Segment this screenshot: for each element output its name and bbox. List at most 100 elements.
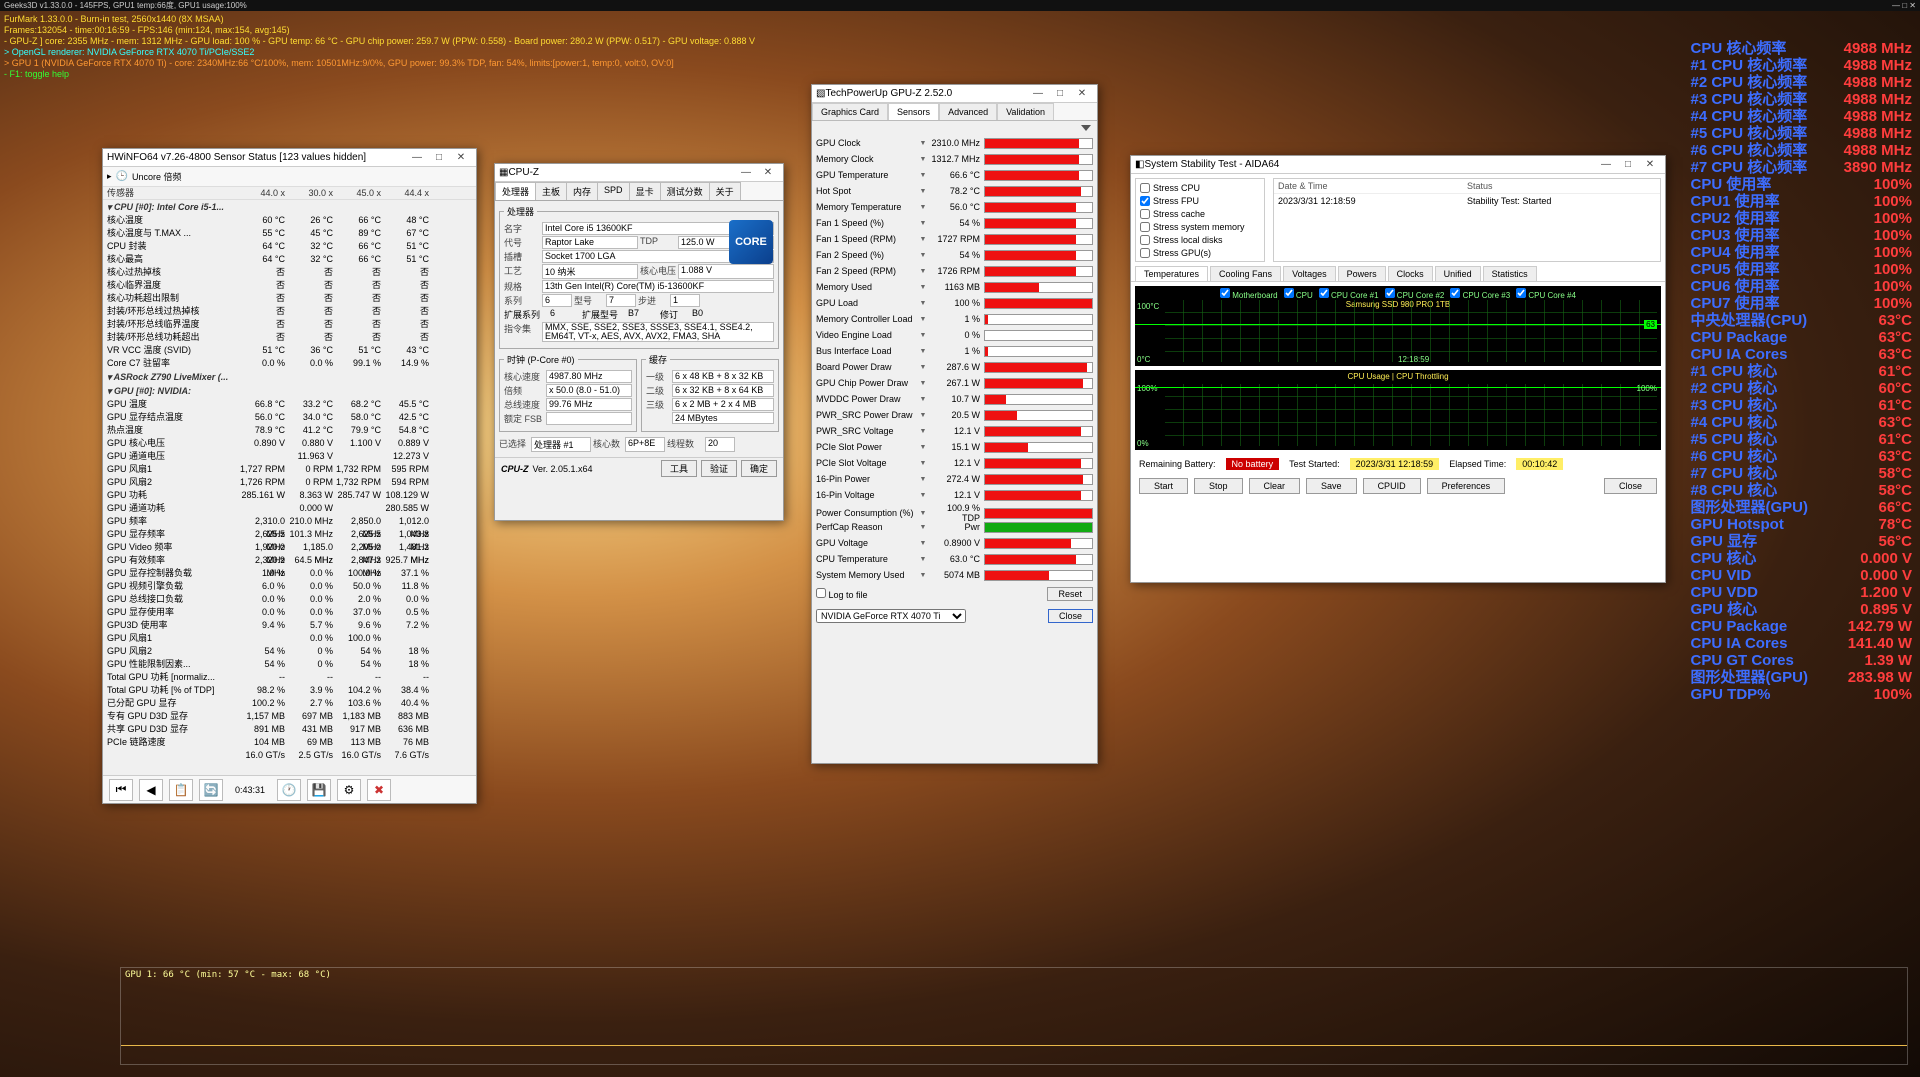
dropdown-icon[interactable]: ▼ xyxy=(916,572,930,579)
sensor-row[interactable]: GPU 总线接口负载0.0 %0.0 %2.0 %0.0 % xyxy=(103,593,476,606)
sensor-row[interactable]: CPU Temperature▼63.0 °C xyxy=(812,551,1097,567)
dropdown-icon[interactable]: ▼ xyxy=(916,156,930,163)
sensor-row[interactable]: 核心温度60 °C26 °C66 °C48 °C xyxy=(103,214,476,227)
sensor-row[interactable]: Memory Clock▼1312.7 MHz xyxy=(812,151,1097,167)
ok-button[interactable]: 确定 xyxy=(741,460,777,477)
log-to-file-checkbox[interactable]: Log to file xyxy=(816,588,868,600)
close-button[interactable]: ✕ xyxy=(1639,159,1661,170)
sensor-row[interactable]: GPU 风扇21,726 RPM0 RPM1,732 RPM594 RPM xyxy=(103,476,476,489)
subtab-powers[interactable]: Powers xyxy=(1338,266,1386,281)
sensor-row[interactable]: GPU Clock▼2310.0 MHz xyxy=(812,135,1097,151)
close-button[interactable]: ✕ xyxy=(1909,1,1916,10)
dropdown-icon[interactable]: ▼ xyxy=(916,236,930,243)
subtab-clocks[interactable]: Clocks xyxy=(1388,266,1433,281)
maximize-button[interactable]: □ xyxy=(1049,88,1071,99)
sensor-row[interactable]: 16.0 GT/s2.5 GT/s16.0 GT/s7.6 GT/s xyxy=(103,749,476,760)
sensor-row[interactable]: Total GPU 功耗 [% of TDP]98.2 %3.9 %104.2 … xyxy=(103,684,476,697)
clear-button[interactable]: Clear xyxy=(1249,478,1301,494)
stress-option[interactable]: Stress cache xyxy=(1140,207,1260,220)
sensor-row[interactable]: VR VCC 温度 (SVID)51 °C36 °C51 °C43 °C xyxy=(103,344,476,357)
sensor-row[interactable]: GPU Voltage▼0.8900 V xyxy=(812,535,1097,551)
sensor-row[interactable]: GPU Load▼100 % xyxy=(812,295,1097,311)
prev-button[interactable]: ◀ xyxy=(139,779,163,801)
sensor-row[interactable]: 已分配 GPU 显存100.2 %2.7 %103.6 %40.4 % xyxy=(103,697,476,710)
tab-5[interactable]: 测试分数 xyxy=(660,182,710,200)
minimize-button[interactable]: — xyxy=(1027,88,1049,99)
subtab-statistics[interactable]: Statistics xyxy=(1483,266,1537,281)
dropdown-icon[interactable]: ▼ xyxy=(916,524,930,531)
menu-icon[interactable] xyxy=(1081,125,1091,131)
tools-button[interactable]: 工具 xyxy=(661,460,697,477)
sensor-row[interactable]: GPU Video 频率1,920.0 MHz1,185.0 MHz2,205.… xyxy=(103,541,476,554)
sensor-row[interactable]: Bus Interface Load▼1 % xyxy=(812,343,1097,359)
minimize-button[interactable]: — xyxy=(1892,1,1900,10)
maximize-button[interactable]: □ xyxy=(428,152,450,163)
sensor-row[interactable]: 核心温度与 T.MAX ...55 °C45 °C89 °C67 °C xyxy=(103,227,476,240)
close-button[interactable]: Close xyxy=(1604,478,1657,494)
sensor-row[interactable]: GPU 通道电压11.963 V12.273 V xyxy=(103,450,476,463)
dropdown-icon[interactable]: ▼ xyxy=(916,428,930,435)
group-header[interactable]: ▾ ASRock Z790 LiveMixer (... xyxy=(103,370,476,384)
close-button[interactable]: ✕ xyxy=(1071,88,1093,99)
sensor-row[interactable]: MVDDC Power Draw▼10.7 W xyxy=(812,391,1097,407)
tab-graphics-card[interactable]: Graphics Card xyxy=(812,103,888,120)
subtab-voltages[interactable]: Voltages xyxy=(1283,266,1336,281)
sensor-row[interactable]: 核心临界温度否否否否 xyxy=(103,279,476,292)
sensor-row[interactable]: GPU 风扇254 %0 %54 %18 % xyxy=(103,645,476,658)
sensor-row[interactable]: GPU 显存使用率0.0 %0.0 %37.0 %0.5 % xyxy=(103,606,476,619)
dropdown-icon[interactable]: ▼ xyxy=(916,492,930,499)
sensor-row[interactable]: 核心功耗超出限制否否否否 xyxy=(103,292,476,305)
stress-option[interactable]: Stress system memory xyxy=(1140,220,1260,233)
sensor-row[interactable]: GPU3D 使用率9.4 %5.7 %9.6 %7.2 % xyxy=(103,619,476,632)
sensor-row[interactable]: Fan 2 Speed (%)▼54 % xyxy=(812,247,1097,263)
tab-advanced[interactable]: Advanced xyxy=(939,103,997,120)
sensor-row[interactable]: CPU 封装64 °C32 °C66 °C51 °C xyxy=(103,240,476,253)
dropdown-icon[interactable]: ▼ xyxy=(916,332,930,339)
sensor-row[interactable]: GPU 频率2,310.0 MHz210.0 MHz2,850.0 MHz1,0… xyxy=(103,515,476,528)
sensor-row[interactable]: Memory Controller Load▼1 % xyxy=(812,311,1097,327)
dropdown-icon[interactable]: ▼ xyxy=(916,172,930,179)
sensor-row[interactable]: PWR_SRC Power Draw▼20.5 W xyxy=(812,407,1097,423)
sensor-row[interactable]: GPU 风扇11,727 RPM0 RPM1,732 RPM595 RPM xyxy=(103,463,476,476)
processor-select[interactable]: 处理器 #1 xyxy=(531,437,591,452)
sensor-row[interactable]: GPU 功耗285.161 W8.363 W285.747 W108.129 W xyxy=(103,489,476,502)
sensor-row[interactable]: Video Engine Load▼0 % xyxy=(812,327,1097,343)
dropdown-icon[interactable]: ▼ xyxy=(916,188,930,195)
dropdown-icon[interactable]: ▼ xyxy=(916,284,930,291)
minimize-button[interactable]: — xyxy=(735,167,757,178)
dropdown-icon[interactable]: ▼ xyxy=(916,412,930,419)
sensor-row[interactable]: Power Consumption (%)▼100.9 % TDP xyxy=(812,503,1097,519)
subtab-cooling fans[interactable]: Cooling Fans xyxy=(1210,266,1281,281)
delete-button[interactable]: ✖ xyxy=(367,779,391,801)
refresh-button[interactable]: 🔄 xyxy=(199,779,223,801)
sensor-row[interactable]: GPU 风扇10.0 %100.0 % xyxy=(103,632,476,645)
sensor-row[interactable]: Memory Temperature▼56.0 °C xyxy=(812,199,1097,215)
dropdown-icon[interactable]: ▼ xyxy=(916,300,930,307)
dropdown-icon[interactable]: ▼ xyxy=(916,252,930,259)
sensor-row[interactable]: 封装/环形总线功耗超出否否否否 xyxy=(103,331,476,344)
sensor-row[interactable]: GPU 显存结点温度56.0 °C34.0 °C58.0 °C42.5 °C xyxy=(103,411,476,424)
copy-button[interactable]: 📋 xyxy=(169,779,193,801)
tab-validation[interactable]: Validation xyxy=(997,103,1054,120)
stress-option[interactable]: Stress FPU xyxy=(1140,194,1260,207)
subtab-unified[interactable]: Unified xyxy=(1435,266,1481,281)
dropdown-icon[interactable]: ▼ xyxy=(916,476,930,483)
tab-6[interactable]: 关于 xyxy=(709,182,741,200)
dropdown-icon[interactable]: ▼ xyxy=(916,380,930,387)
dropdown-icon[interactable]: ▼ xyxy=(916,204,930,211)
stress-option[interactable]: Stress CPU xyxy=(1140,181,1260,194)
clock-icon[interactable]: 🕐 xyxy=(277,779,301,801)
save-button[interactable]: Save xyxy=(1306,478,1357,494)
sensor-row[interactable]: System Memory Used▼5074 MB xyxy=(812,567,1097,583)
dropdown-icon[interactable]: ▼ xyxy=(916,444,930,451)
sensor-row[interactable]: Fan 2 Speed (RPM)▼1726 RPM xyxy=(812,263,1097,279)
close-button[interactable]: Close xyxy=(1048,609,1093,623)
sensor-row[interactable]: Fan 1 Speed (RPM)▼1727 RPM xyxy=(812,231,1097,247)
dropdown-icon[interactable]: ▼ xyxy=(916,316,930,323)
close-button[interactable]: ✕ xyxy=(757,167,779,178)
expand-icon[interactable]: ▸ xyxy=(107,171,112,182)
sensor-row[interactable]: 核心最高64 °C32 °C66 °C51 °C xyxy=(103,253,476,266)
tab-sensors[interactable]: Sensors xyxy=(888,103,939,120)
sensor-row[interactable]: 共享 GPU D3D 显存891 MB431 MB917 MB636 MB xyxy=(103,723,476,736)
dropdown-icon[interactable]: ▼ xyxy=(916,348,930,355)
